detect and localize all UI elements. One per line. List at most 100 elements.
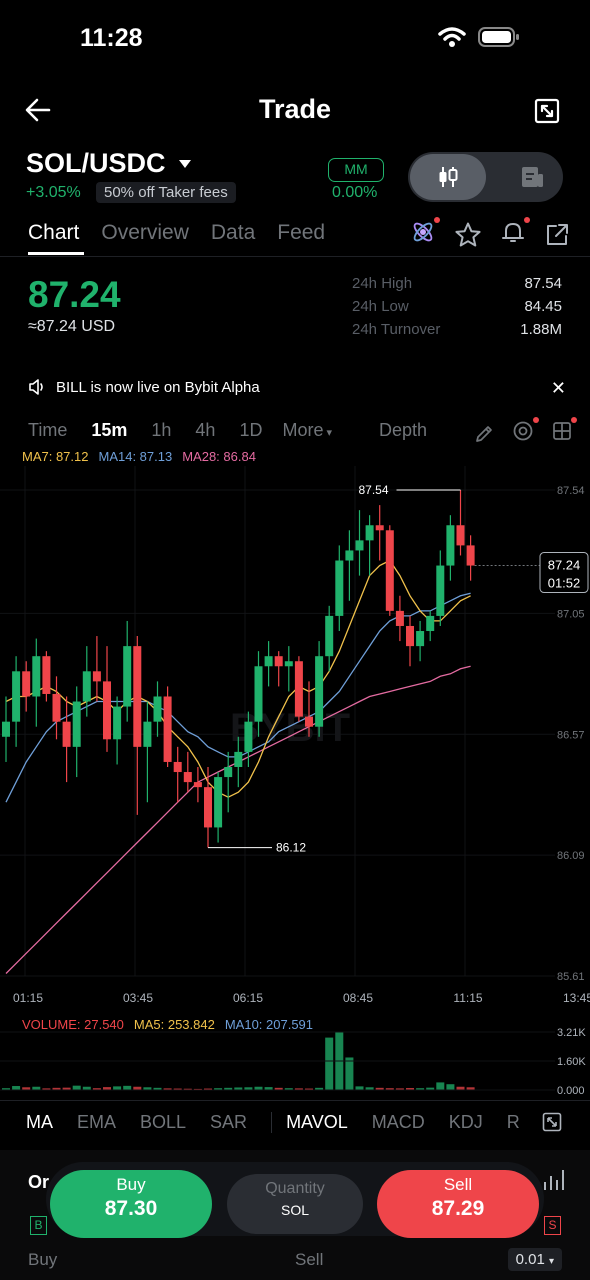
volume-bar <box>113 1086 122 1090</box>
interval-selector: Time 15m 1h 4h 1D More ▾ <box>28 420 332 441</box>
candle-body <box>406 625 414 647</box>
candle-body <box>335 560 344 616</box>
volume-tick-label: 0.000 <box>557 1085 585 1096</box>
settings-icon <box>513 421 533 441</box>
tab-chart[interactable]: Chart <box>28 221 79 245</box>
y-tick-label: 85.61 <box>557 971 585 983</box>
layout-button[interactable] <box>552 417 577 446</box>
candle <box>52 676 61 740</box>
candle-body <box>355 540 364 551</box>
candle <box>375 505 384 561</box>
candle <box>82 646 91 717</box>
orderbook-view-icon[interactable] <box>519 164 545 190</box>
last-price: 87.24 <box>28 274 121 315</box>
candle <box>2 696 10 762</box>
ma7-value: MA7: 87.12 <box>22 449 89 464</box>
ind-boll[interactable]: BOLL <box>140 1112 186 1133</box>
candle-body <box>193 782 202 788</box>
last-price-usd: ≈87.24 USD <box>28 318 116 335</box>
candle <box>355 510 364 576</box>
ind-mavol[interactable]: MAVOL <box>271 1112 348 1133</box>
pencil-icon[interactable] <box>474 424 494 444</box>
sell-price: 87.29 <box>431 1197 485 1220</box>
depth-button[interactable]: Depth <box>379 420 427 441</box>
interval-4h[interactable]: 4h <box>195 420 215 441</box>
candle-body <box>153 696 162 722</box>
volume-bar <box>355 1086 364 1090</box>
interval-more-label: More <box>282 420 324 440</box>
fee-badge[interactable]: 50% off Taker fees <box>96 182 236 203</box>
candle-body <box>234 751 243 767</box>
announcement-bar[interactable]: BILL is now live on Bybit Alpha <box>28 378 260 396</box>
candle <box>123 620 132 722</box>
ind-ema[interactable]: EMA <box>77 1112 116 1133</box>
candle <box>173 746 182 803</box>
star-icon[interactable] <box>454 221 482 249</box>
view-toggle[interactable] <box>408 152 563 202</box>
candle <box>416 620 425 662</box>
share-icon[interactable] <box>544 222 570 248</box>
candle <box>183 751 192 793</box>
x-tick-label: 13:45 <box>563 991 590 1005</box>
ind-r[interactable]: R <box>507 1112 520 1133</box>
candle <box>193 766 202 803</box>
candle <box>446 515 455 581</box>
high-marker-label: 87.54 <box>359 483 389 497</box>
interval-time[interactable]: Time <box>28 420 67 441</box>
quantity-placeholder: Quantity <box>265 1180 325 1197</box>
interval-1d[interactable]: 1D <box>239 420 262 441</box>
interval-1h[interactable]: 1h <box>151 420 171 441</box>
candle-body <box>62 721 71 747</box>
candle <box>224 751 233 813</box>
candle-body <box>173 761 182 773</box>
tab-feed[interactable]: Feed <box>277 221 325 245</box>
candle-body <box>284 661 293 667</box>
candle-body <box>143 721 152 747</box>
sell-button[interactable]: Sell 87.29 <box>377 1170 539 1238</box>
price-step-value: 0.01 <box>515 1251 545 1268</box>
interval-more[interactable]: More ▾ <box>282 420 332 441</box>
tab-overview[interactable]: Overview <box>101 221 189 245</box>
fullscreen-icon[interactable] <box>534 98 560 124</box>
sell-badge: S <box>544 1216 561 1235</box>
candle <box>92 636 101 702</box>
tab-data[interactable]: Data <box>211 221 255 245</box>
expand-icon[interactable] <box>542 1112 562 1132</box>
candle <box>22 661 31 712</box>
volume-bar <box>436 1082 445 1090</box>
volume-tick-label: 1.60K <box>557 1056 586 1068</box>
candle-body <box>456 525 465 546</box>
sell-label: Sell <box>443 1175 473 1194</box>
quantity-input[interactable]: Quantity SOL <box>227 1174 363 1234</box>
price-step-select[interactable]: 0.01 ▾ <box>507 1248 562 1271</box>
ind-sar[interactable]: SAR <box>210 1112 247 1133</box>
pair-selector[interactable]: SOL/USDC <box>26 148 192 179</box>
ind-kdj[interactable]: KDJ <box>449 1112 483 1133</box>
candle <box>325 605 334 672</box>
ind-ma[interactable]: MA <box>26 1112 53 1133</box>
close-icon[interactable]: ✕ <box>551 378 566 399</box>
ind-macd[interactable]: MACD <box>372 1112 425 1133</box>
candle-body <box>214 777 223 828</box>
caret-down-icon: ▾ <box>548 1256 554 1267</box>
candlestick-chart[interactable]: BYBIT 87.5486.1287.2401:52 87.5487.0586.… <box>0 466 590 1012</box>
indicator-settings[interactable] <box>512 417 539 447</box>
y-tick-label: 87.05 <box>557 608 585 620</box>
alert-button[interactable] <box>500 217 530 250</box>
countdown-label: 01:52 <box>548 576 581 591</box>
buy-button[interactable]: Buy 87.30 <box>50 1170 212 1238</box>
candle-body <box>72 701 81 747</box>
order-tab[interactable]: Or <box>28 1172 49 1193</box>
mm-badge[interactable]: MM <box>328 158 384 182</box>
candle-body <box>133 646 142 747</box>
candle-body <box>254 666 263 722</box>
chart-view-option[interactable] <box>410 154 486 200</box>
candle <box>113 696 122 765</box>
candle-body <box>345 550 354 561</box>
chart-bars-icon[interactable] <box>541 1168 565 1192</box>
screen: { "status_bar": { "time": "11:28" }, "he… <box>0 0 590 1280</box>
candle-body <box>32 656 41 697</box>
interval-15m[interactable]: 15m <box>91 420 127 441</box>
grid-icon <box>553 422 571 440</box>
ai-button[interactable] <box>410 217 440 250</box>
